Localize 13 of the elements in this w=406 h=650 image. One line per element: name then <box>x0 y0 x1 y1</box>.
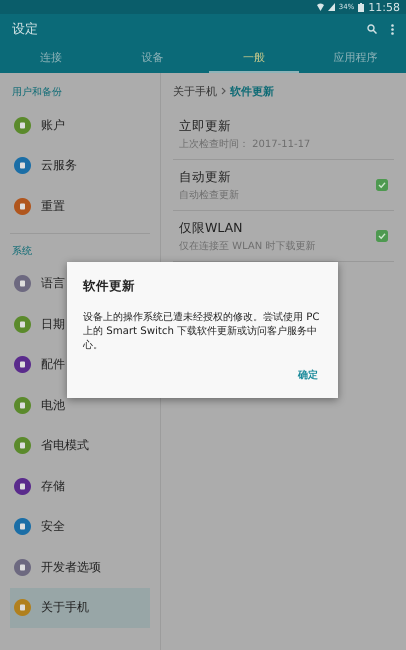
breadcrumb-current: 软件更新 <box>230 84 274 98</box>
section-header: 系统 <box>11 244 33 258</box>
setting-subtitle: 仅在连接至 WLAN 时下载更新 <box>179 240 316 252</box>
clock: 11:58 <box>368 0 400 14</box>
section-header: 用户和备份 <box>11 86 63 100</box>
setting-title: 仅限WLAN <box>179 220 244 236</box>
setting-subtitle: 上次检查时间： 2017-11-17 <box>179 138 312 150</box>
setting-title: 自动更新 <box>179 168 232 186</box>
setting-title: 立即更新 <box>179 118 232 134</box>
setting-subtitle: 自动检查更新 <box>179 188 240 202</box>
dialog-message: 设备上的操作系统已遭未经授权的修改。尝试使用 PC 上的 Smart Switch 下载软件更新或访问客户服务中心。 <box>83 311 320 352</box>
app-title: 设定 <box>12 21 39 38</box>
dialog-title: 软件更新 <box>83 278 136 295</box>
